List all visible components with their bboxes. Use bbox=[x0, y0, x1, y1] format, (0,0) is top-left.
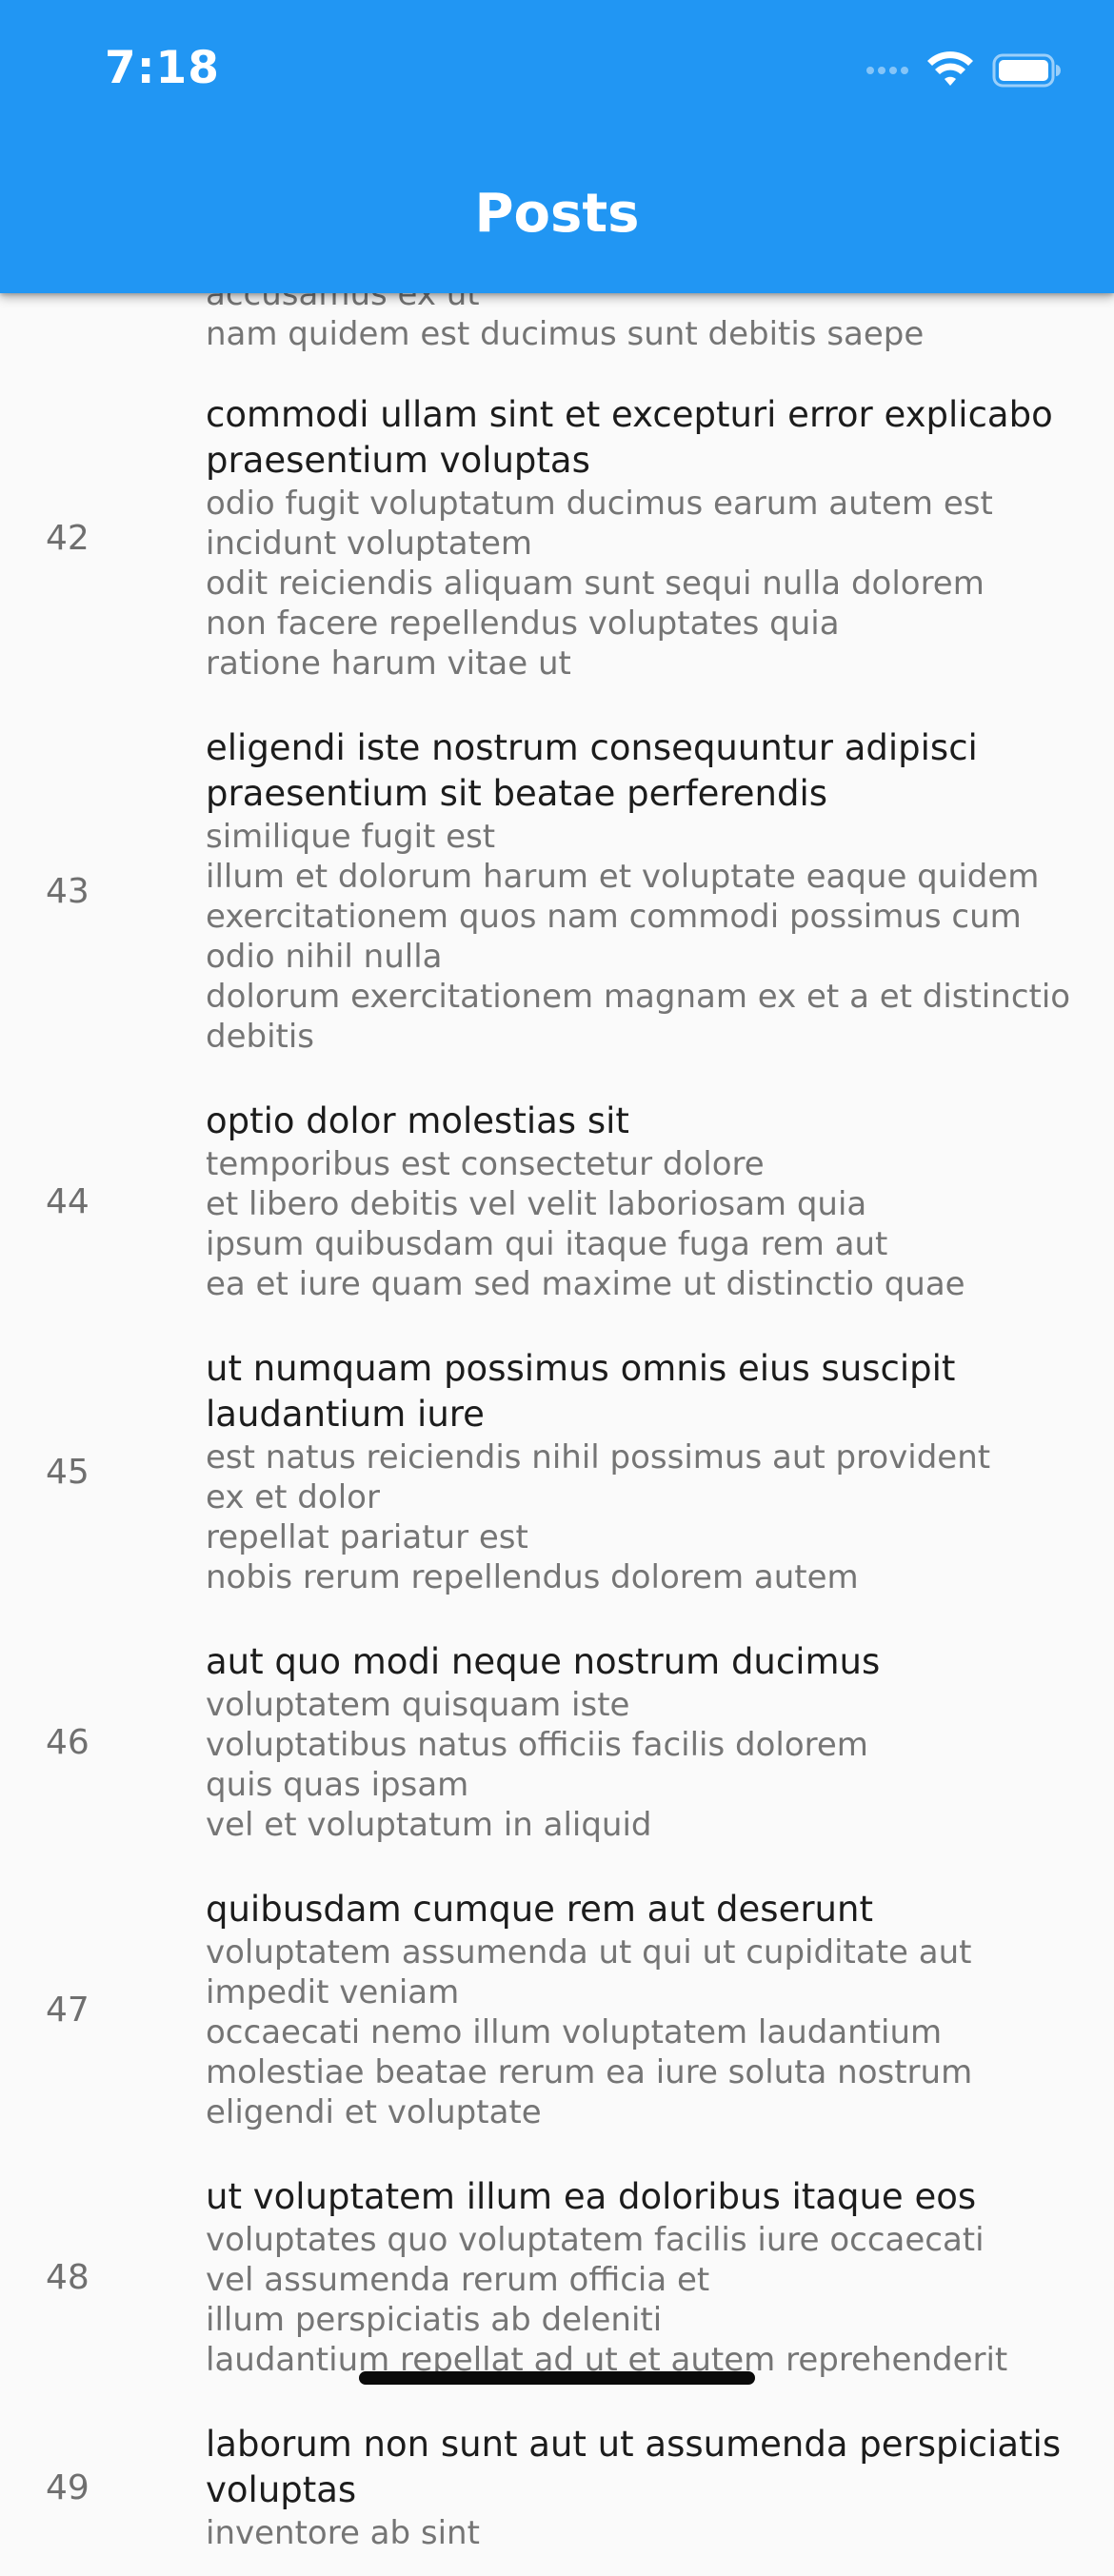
post-text: quibusdam cumque rem aut deserunt volupt… bbox=[206, 1887, 1072, 2132]
post-body: similique fugit est illum et dolorum har… bbox=[206, 818, 1071, 1056]
page-title: Posts bbox=[474, 183, 640, 245]
post-text: ut numquam possimus omnis eius suscipit … bbox=[206, 1346, 1072, 1597]
post-body: voluptates quo voluptatem facilis iure o… bbox=[206, 2221, 1008, 2379]
post-number: 48 bbox=[46, 2257, 90, 2297]
post-title: ut voluptatem illum ea doloribus itaque … bbox=[206, 2176, 977, 2217]
app-bar: 7:18 Posts bbox=[0, 0, 1114, 293]
post-title: ut numquam possimus omnis eius suscipit … bbox=[206, 1348, 956, 1435]
post-number: 47 bbox=[46, 1990, 90, 2030]
list-item[interactable]: 48 ut voluptatem illum ea doloribus itaq… bbox=[0, 2155, 1114, 2403]
post-text: commodi ullam sint et excepturi error ex… bbox=[206, 392, 1072, 684]
post-number: 46 bbox=[46, 1722, 90, 1762]
post-number: 42 bbox=[46, 518, 90, 558]
list-item[interactable]: 49 laborum non sunt aut ut assumenda per… bbox=[0, 2403, 1114, 2576]
post-body: temporibus est consectetur dolore et lib… bbox=[206, 1145, 965, 1303]
post-body: est natus reiciendis nihil possimus aut … bbox=[206, 1438, 991, 1596]
post-number: 44 bbox=[46, 1181, 90, 1221]
post-text: aut quo modi neque nostrum ducimus volup… bbox=[206, 1639, 1072, 1845]
home-indicator[interactable] bbox=[359, 2371, 755, 2385]
post-title: aut quo modi neque nostrum ducimus bbox=[206, 1641, 881, 1682]
status-icons bbox=[866, 50, 1063, 91]
post-title: quibusdam cumque rem aut deserunt bbox=[206, 1889, 873, 1930]
post-body: odio fugit voluptatum ducimus earum aute… bbox=[206, 485, 993, 683]
list-item[interactable]: 44 optio dolor molestias sit temporibus … bbox=[0, 1080, 1114, 1327]
post-text: laborum non sunt aut ut assumenda perspi… bbox=[206, 2422, 1072, 2553]
list-item[interactable]: 46 aut quo modi neque nostrum ducimus vo… bbox=[0, 1620, 1114, 1868]
wifi-icon bbox=[927, 51, 973, 86]
post-number: 49 bbox=[46, 2467, 90, 2507]
list-item[interactable]: 42 commodi ullam sint et excepturi error… bbox=[0, 373, 1114, 706]
post-title: commodi ullam sint et excepturi error ex… bbox=[206, 394, 1053, 481]
status-time: 7:18 bbox=[105, 42, 220, 94]
battery-icon bbox=[992, 53, 1061, 88]
post-title: laborum non sunt aut ut assumenda perspi… bbox=[206, 2424, 1062, 2510]
post-number: 45 bbox=[46, 1452, 90, 1492]
list-item[interactable]: 47 quibusdam cumque rem aut deserunt vol… bbox=[0, 1868, 1114, 2155]
post-body: inventore ab sint bbox=[206, 2514, 480, 2552]
list-item[interactable]: 45 ut numquam possimus omnis eius suscip… bbox=[0, 1327, 1114, 1620]
post-body: voluptatem assumenda ut qui ut cupiditat… bbox=[206, 1933, 973, 2131]
post-number: 43 bbox=[46, 871, 90, 911]
post-text: optio dolor molestias sit temporibus est… bbox=[206, 1099, 1072, 1304]
post-text: eligendi iste nostrum consequuntur adipi… bbox=[206, 725, 1072, 1057]
post-title: eligendi iste nostrum consequuntur adipi… bbox=[206, 727, 978, 814]
cellular-signal-icon bbox=[866, 67, 912, 74]
post-text: ut voluptatem illum ea doloribus itaque … bbox=[206, 2174, 1072, 2380]
post-title: optio dolor molestias sit bbox=[206, 1100, 629, 1141]
list-item[interactable]: 43 eligendi iste nostrum consequuntur ad… bbox=[0, 706, 1114, 1080]
posts-list[interactable]: accusamus ex ut nam quidem est ducimus s… bbox=[0, 274, 1114, 2576]
post-body: voluptatem quisquam iste voluptatibus na… bbox=[206, 1686, 868, 1844]
